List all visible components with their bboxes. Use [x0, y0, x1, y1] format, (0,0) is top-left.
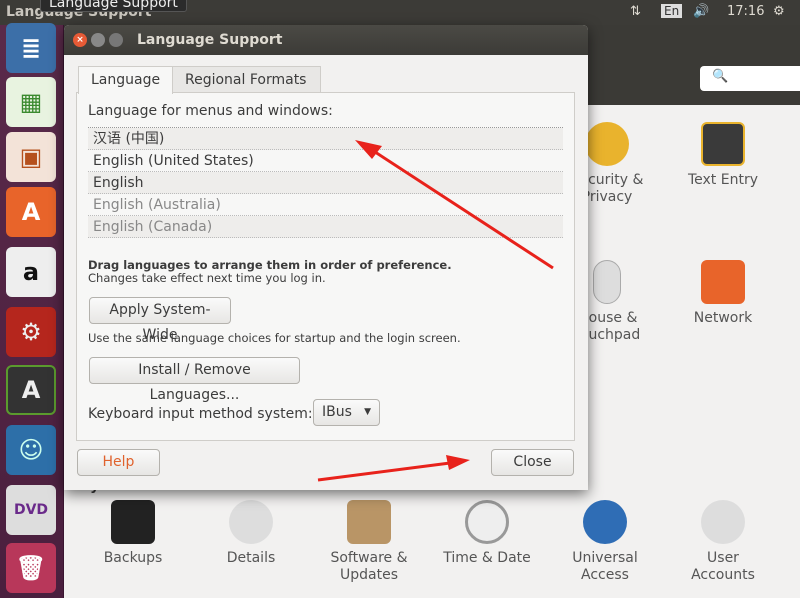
list-item[interactable]: English (Canada): [88, 216, 563, 238]
users-icon: [701, 500, 745, 544]
settings-network[interactable]: Network: [668, 260, 778, 327]
settings-user-accounts[interactable]: User Accounts: [668, 500, 778, 584]
list-item[interactable]: English: [88, 172, 563, 194]
apply-system-wide-button[interactable]: Apply System-Wide: [89, 297, 231, 343]
chevron-down-icon: ▼: [364, 407, 371, 417]
input-method-label: Keyboard input method system:: [88, 406, 313, 422]
settings-universal-access[interactable]: Universal Access: [550, 500, 660, 584]
safe-icon: [111, 500, 155, 544]
close-button[interactable]: Close: [491, 449, 574, 476]
settings-software[interactable]: Software & Updates: [314, 500, 424, 584]
dvd-icon[interactable]: DVD: [6, 485, 56, 535]
drag-hint: Drag languages to arrange them in order …: [88, 258, 452, 272]
settings-details[interactable]: Details: [196, 500, 306, 567]
software-updater-icon[interactable]: A: [6, 365, 56, 415]
drag-subhint: Changes take effect next time you log in…: [88, 271, 326, 285]
keyboard-indicator[interactable]: En: [661, 4, 683, 18]
help-button[interactable]: Help: [77, 449, 160, 476]
maximize-icon[interactable]: [109, 33, 123, 47]
language-support-icon[interactable]: ☺: [6, 425, 56, 475]
clock-icon: [465, 500, 509, 544]
close-window-icon[interactable]: ×: [73, 33, 87, 47]
calc-icon[interactable]: ▦: [6, 77, 56, 127]
writer-icon[interactable]: ≣: [6, 23, 56, 73]
network-icon: [701, 260, 745, 304]
settings-time[interactable]: Time & Date: [432, 500, 542, 567]
dialog-title: Language Support: [137, 32, 283, 48]
settings-text-entry[interactable]: Text Entry: [668, 122, 778, 189]
text-entry-icon: [701, 122, 745, 166]
list-item[interactable]: English (Australia): [88, 194, 563, 216]
language-list: 汉语 (中国) English (United States) English …: [88, 127, 563, 238]
amazon-icon[interactable]: a: [6, 247, 56, 297]
clock[interactable]: 17:16: [727, 4, 764, 19]
tab-regional-formats[interactable]: Regional Formats: [172, 66, 321, 93]
language-support-dialog: × Language Support Language Regional For…: [64, 25, 588, 490]
search-input[interactable]: 🔍: [700, 66, 800, 91]
mouse-icon: [593, 260, 621, 304]
list-item[interactable]: English (United States): [88, 150, 563, 172]
launcher: ≣ ▦ ▣ A a ⚙ A ☺ DVD 🗑: [0, 23, 64, 598]
accessibility-icon: [583, 500, 627, 544]
install-remove-languages-button[interactable]: Install / Remove Languages...: [89, 357, 300, 403]
settings-backups[interactable]: Backups: [78, 500, 188, 567]
input-method-select[interactable]: IBus ▼: [313, 399, 380, 426]
package-icon: [347, 500, 391, 544]
software-center-icon[interactable]: A: [6, 187, 56, 237]
impress-icon[interactable]: ▣: [6, 132, 56, 182]
power-icon[interactable]: ⚙: [773, 4, 785, 19]
network-icon[interactable]: ⇅: [630, 4, 641, 19]
gear-icon: [229, 500, 273, 544]
apply-hint: Use the same language choices for startu…: [88, 331, 461, 345]
input-method-value: IBus: [322, 404, 352, 420]
search-icon: 🔍: [712, 69, 729, 84]
tab-language[interactable]: Language: [78, 66, 174, 94]
system-settings-icon[interactable]: ⚙: [6, 307, 56, 357]
menus-label: Language for menus and windows:: [88, 103, 333, 119]
tooltip: Language Support: [40, 0, 187, 12]
trash-icon[interactable]: 🗑: [6, 543, 56, 593]
volume-icon[interactable]: 🔊: [693, 4, 709, 19]
minimize-icon[interactable]: [91, 33, 105, 47]
security-icon: [585, 122, 629, 166]
list-item[interactable]: 汉语 (中国): [88, 128, 563, 150]
dialog-titlebar: × Language Support: [64, 25, 588, 55]
